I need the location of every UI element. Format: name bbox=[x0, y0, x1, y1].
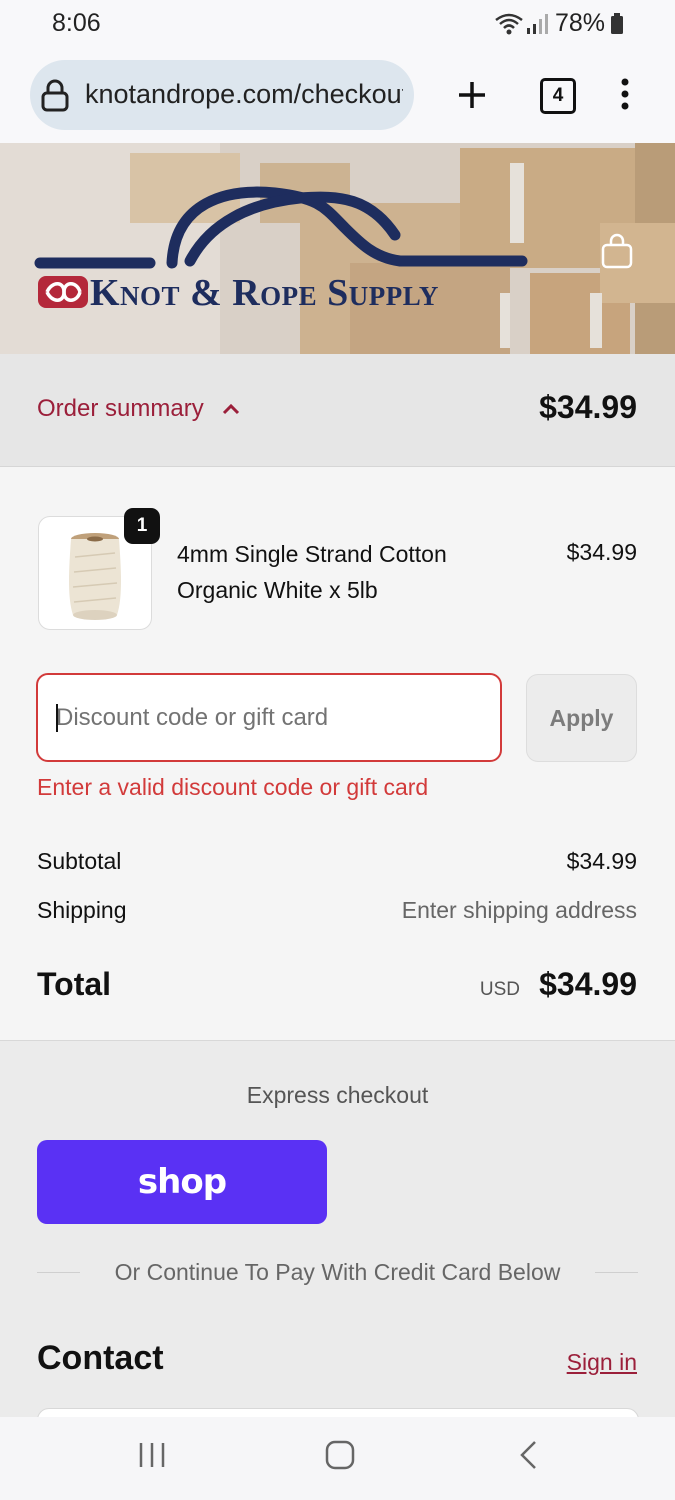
quantity-badge: 1 bbox=[124, 508, 160, 544]
text-cursor bbox=[56, 704, 58, 732]
order-summary-label[interactable]: Order summary bbox=[37, 395, 204, 423]
battery-icon bbox=[611, 13, 623, 34]
store-logo bbox=[34, 186, 528, 308]
shop-pay-button[interactable]: shop bbox=[37, 1140, 327, 1224]
store-header-banner: Knot & Rope Supply bbox=[0, 143, 675, 354]
shipping-value: Enter shipping address bbox=[401, 897, 637, 923]
discount-error-message: Enter a valid discount code or gift card bbox=[37, 774, 429, 800]
apply-discount-button[interactable]: Apply bbox=[526, 674, 637, 762]
cart-icon[interactable] bbox=[600, 231, 634, 271]
express-checkout-title: Express checkout bbox=[246, 1082, 429, 1108]
wifi-icon bbox=[495, 13, 523, 35]
total-currency: USD bbox=[479, 979, 520, 1000]
tab-count: 4 bbox=[552, 85, 564, 106]
subtotal-value: $34.99 bbox=[566, 848, 637, 874]
signal-icon bbox=[527, 14, 548, 34]
credit-card-divider-text: Or Continue To Pay With Credit Card Belo… bbox=[114, 1259, 561, 1285]
total-label: Total bbox=[37, 966, 112, 1002]
product-price: $34.99 bbox=[566, 539, 637, 565]
recent-apps-icon[interactable] bbox=[138, 1441, 166, 1469]
discount-code-input[interactable] bbox=[36, 673, 502, 762]
more-options-icon[interactable] bbox=[619, 78, 631, 110]
divider-right bbox=[595, 1272, 638, 1273]
new-tab-icon[interactable] bbox=[456, 79, 488, 111]
contact-heading: Contact bbox=[37, 1339, 164, 1377]
tab-switcher-button[interactable]: 4 bbox=[540, 78, 576, 114]
store-name: Knot & Rope Supply bbox=[90, 272, 439, 314]
lock-icon[interactable] bbox=[40, 78, 70, 112]
chevron-up-icon[interactable] bbox=[222, 402, 240, 416]
order-summary-total: $34.99 bbox=[539, 389, 637, 425]
divider-left bbox=[37, 1272, 80, 1273]
home-icon[interactable] bbox=[325, 1440, 355, 1470]
battery-percent: 78% bbox=[555, 9, 606, 37]
status-time: 8:06 bbox=[52, 9, 101, 37]
back-icon[interactable] bbox=[518, 1440, 540, 1470]
shipping-label: Shipping bbox=[37, 897, 127, 923]
total-value: $34.99 bbox=[539, 966, 637, 1002]
sign-in-link[interactable]: Sign in bbox=[520, 1349, 637, 1376]
subtotal-label: Subtotal bbox=[37, 848, 122, 874]
url-text[interactable]: knotandrope.com/checkout bbox=[85, 79, 403, 110]
product-name: 4mm Single Strand Cotton Organic White x… bbox=[177, 541, 447, 603]
